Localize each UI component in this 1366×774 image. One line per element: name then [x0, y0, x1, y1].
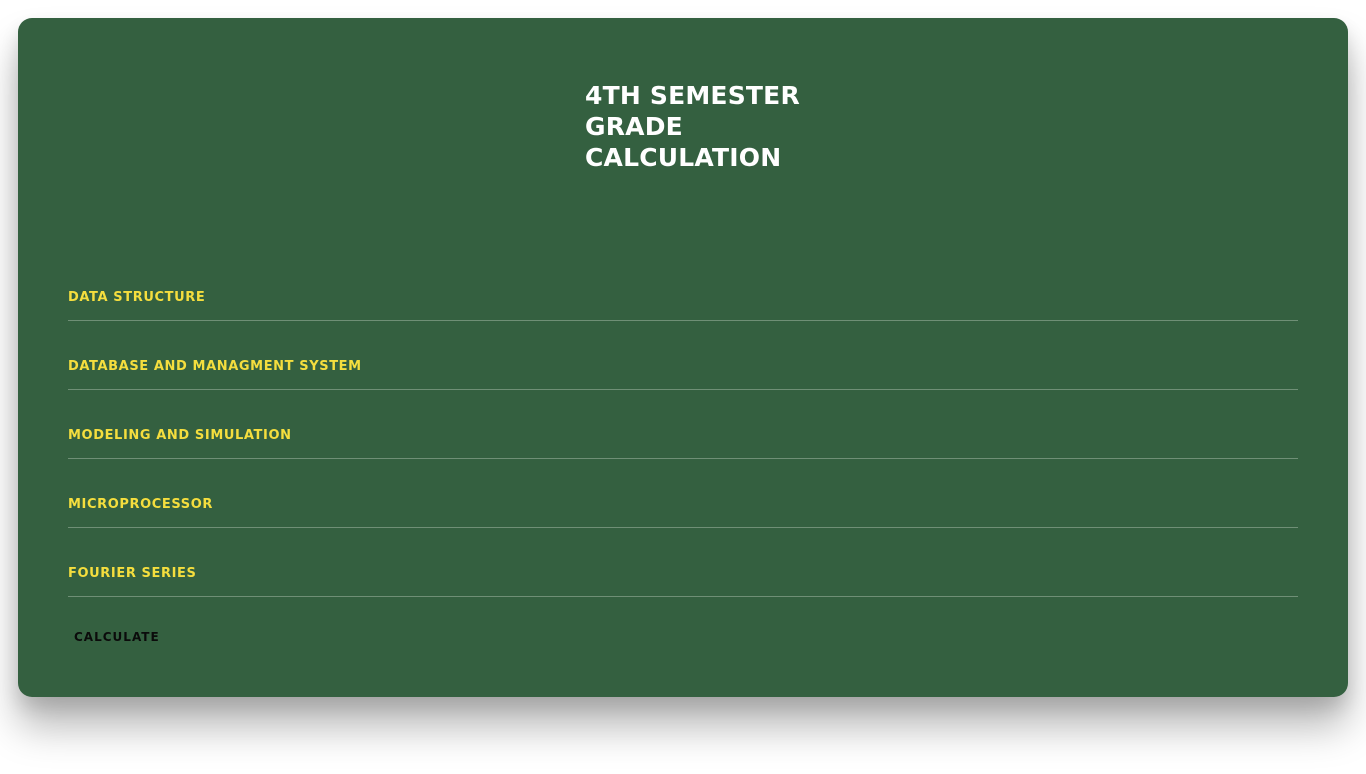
microprocessor-field[interactable]: MICROPROCESSOR — [68, 485, 1302, 529]
database-management-field[interactable]: DATABASE AND MANAGMENT SYSTEM — [68, 347, 1302, 391]
page-title-line-3: CALCULATION — [585, 143, 782, 172]
modeling-simulation-label: MODELING AND SIMULATION — [68, 428, 292, 443]
data-structure-label: DATA STRUCTURE — [68, 290, 206, 305]
fourier-series-label: FOURIER SERIES — [68, 566, 197, 581]
fourier-series-input[interactable] — [68, 554, 1302, 598]
microprocessor-label: MICROPROCESSOR — [68, 497, 213, 512]
data-structure-input[interactable] — [68, 278, 1302, 322]
page-title-line-2: GRADE — [585, 112, 683, 141]
microprocessor-input[interactable] — [68, 485, 1302, 529]
calculate-button[interactable]: CALCULATE — [68, 626, 166, 648]
data-structure-field[interactable]: DATA STRUCTURE — [68, 278, 1302, 322]
page-title: 4TH SEMESTER GRADE CALCULATION — [585, 80, 800, 173]
modeling-simulation-field[interactable]: MODELING AND SIMULATION — [68, 416, 1302, 460]
grade-calculator-card: 4TH SEMESTER GRADE CALCULATION DATA STRU… — [18, 18, 1348, 697]
page-title-line-1: 4TH SEMESTER — [585, 81, 800, 110]
fourier-series-field[interactable]: FOURIER SERIES — [68, 554, 1302, 598]
database-management-label: DATABASE AND MANAGMENT SYSTEM — [68, 359, 362, 374]
